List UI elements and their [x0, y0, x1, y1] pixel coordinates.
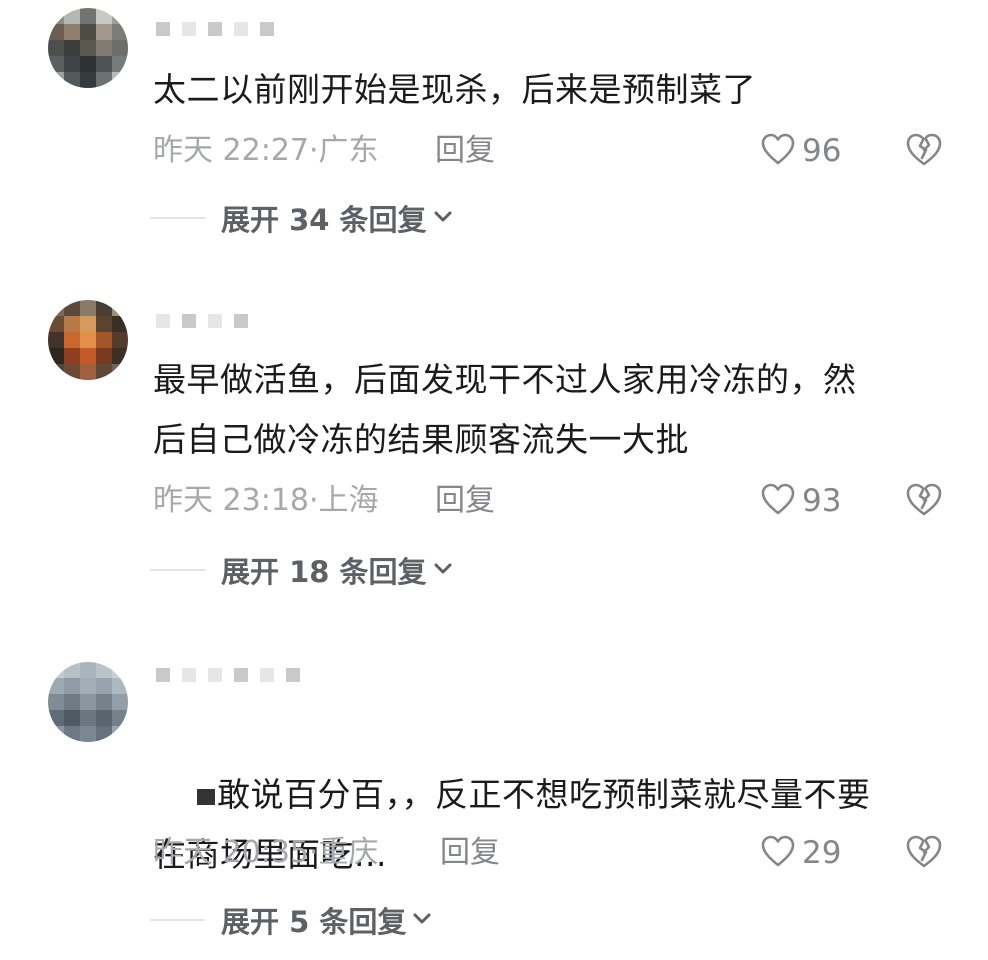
dislike-button[interactable] — [904, 480, 944, 522]
comment-meta: 昨天 20:35 · 重庆 — [153, 832, 379, 874]
like-button[interactable]: 29 — [760, 832, 841, 874]
redacted-word — [196, 788, 215, 805]
comment-location: 重庆 — [318, 835, 379, 870]
expand-replies-button[interactable]: 展开 34 条回复 — [150, 196, 453, 240]
dislike-button[interactable] — [904, 130, 944, 172]
divider-line — [150, 217, 205, 219]
broken-heart-icon — [904, 833, 944, 873]
avatar[interactable] — [48, 300, 128, 380]
chevron-down-icon — [412, 911, 432, 930]
chevron-down-icon — [433, 561, 453, 580]
heart-outline-icon — [760, 132, 796, 170]
avatar[interactable] — [48, 662, 128, 742]
username-redacted[interactable] — [156, 306, 248, 336]
username-redacted[interactable] — [156, 660, 300, 690]
expand-replies-button[interactable]: 展开 5 条回复 — [150, 898, 432, 942]
comment-meta: 昨天 23:18 · 上海 — [153, 480, 379, 522]
expand-replies-label: 展开 5 条回复 — [221, 905, 407, 939]
broken-heart-icon — [904, 131, 944, 171]
comment-text: 太二以前刚开始是现杀，后来是预制菜了 — [153, 70, 756, 109]
divider-line — [150, 569, 205, 571]
comment-time: 昨天 22:27 — [153, 133, 309, 168]
avatar[interactable] — [48, 8, 128, 88]
broken-heart-icon — [904, 481, 944, 521]
username-redacted[interactable] — [156, 14, 274, 44]
comment-time: 昨天 23:18 — [153, 483, 309, 518]
comment-location: 广东 — [318, 133, 379, 168]
comment-time: 昨天 20:35 — [153, 835, 309, 870]
like-button[interactable]: 96 — [760, 130, 841, 172]
chevron-down-icon — [433, 209, 453, 228]
reply-button[interactable]: 回复 — [440, 832, 500, 874]
reply-button[interactable]: 回复 — [435, 480, 495, 522]
like-count: 93 — [802, 483, 842, 519]
reply-button[interactable]: 回复 — [435, 130, 495, 172]
comment-meta: 昨天 22:27 · 广东 — [153, 130, 379, 172]
heart-outline-icon — [760, 834, 796, 872]
comment-text: 最早做活鱼，后面发现干不过人家用冷冻的，然 后自己做冷冻的结果顾客流失一大批 — [153, 360, 857, 459]
like-count: 29 — [802, 835, 842, 871]
dislike-button[interactable] — [904, 832, 944, 874]
expand-replies-label: 展开 34 条回复 — [221, 203, 427, 237]
like-count: 96 — [802, 133, 842, 169]
like-button[interactable]: 93 — [760, 480, 841, 522]
expand-replies-label: 展开 18 条回复 — [221, 555, 427, 589]
heart-outline-icon — [760, 482, 796, 520]
divider-line — [150, 919, 205, 921]
comment-location: 上海 — [318, 483, 379, 518]
expand-replies-button[interactable]: 展开 18 条回复 — [150, 548, 453, 592]
